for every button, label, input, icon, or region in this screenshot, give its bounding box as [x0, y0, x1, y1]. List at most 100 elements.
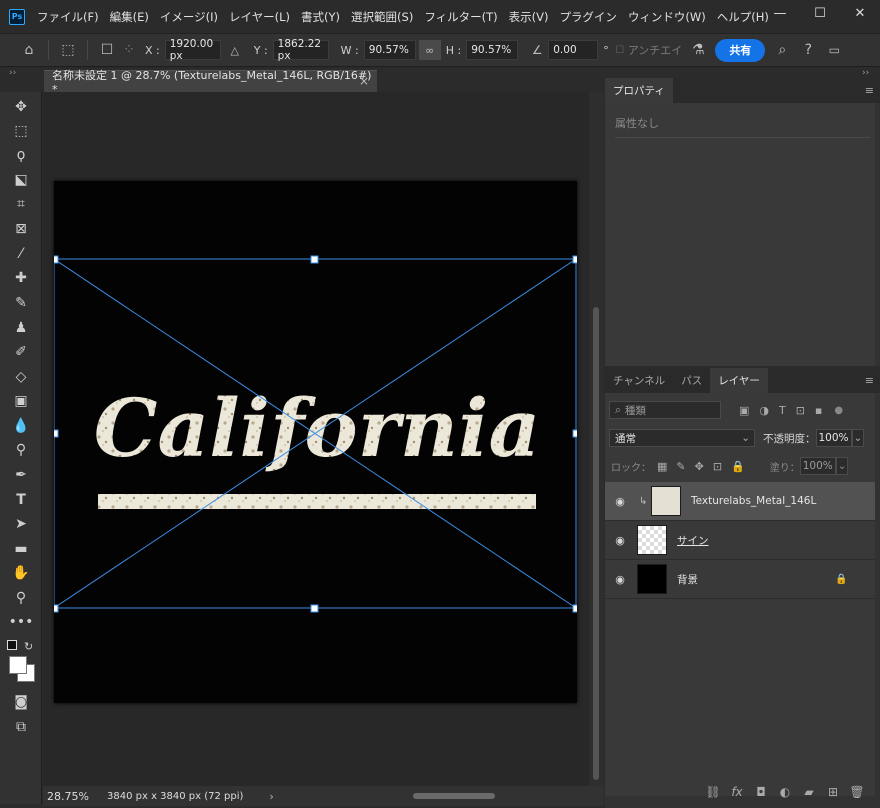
status-arrow-icon[interactable]: ›: [269, 790, 273, 803]
options-bar: ⌂ ⬚ ☐ ⁘ X : 1920.00 px △ Y : 1862.22 px …: [0, 33, 880, 67]
height-field[interactable]: 90.57%: [466, 40, 519, 60]
opacity-field[interactable]: 100%: [815, 429, 852, 447]
workspace-icon[interactable]: ▭: [823, 39, 845, 61]
width-field[interactable]: 90.57%: [363, 40, 416, 60]
tab-paths[interactable]: パス: [673, 368, 710, 393]
collapse-panels-icon[interactable]: ››: [862, 68, 869, 78]
new-group-icon[interactable]: ▰: [797, 783, 821, 801]
foreground-color-swatch[interactable]: [9, 656, 27, 674]
clone-stamp-tool-icon[interactable]: ♟: [11, 318, 31, 338]
gradient-tool-icon[interactable]: ▣: [11, 391, 31, 411]
menu-type[interactable]: 書式(Y): [301, 9, 340, 25]
blur-tool-icon[interactable]: 💧: [11, 416, 31, 436]
fill-label: 塗り：: [769, 462, 800, 474]
eraser-tool-icon[interactable]: ◇: [11, 367, 31, 387]
minimize-button[interactable]: —: [760, 0, 800, 26]
move-tool-preset-icon[interactable]: ⬚: [57, 39, 79, 61]
filter-toggle-icon[interactable]: ●: [834, 405, 843, 416]
layer-filter-select[interactable]: ⌕ 種類: [609, 401, 721, 419]
history-brush-tool-icon[interactable]: ✐: [11, 342, 31, 362]
visibility-eye-icon[interactable]: ◉: [613, 494, 627, 508]
flask-icon[interactable]: ⚗: [687, 39, 709, 61]
type-tool-icon[interactable]: T: [11, 490, 31, 510]
layer-row-texture[interactable]: ◉ ↳ Texturelabs_Metal_146L: [605, 482, 875, 521]
brush-tool-icon[interactable]: ✎: [11, 293, 31, 313]
link-proportions-icon[interactable]: ∞: [418, 40, 441, 60]
layers-menu-icon[interactable]: ≡: [865, 374, 874, 387]
menu-file[interactable]: ファイル(F): [37, 9, 99, 25]
reference-point-toggle-icon[interactable]: ☐: [96, 39, 118, 61]
blend-mode-select[interactable]: 通常 ⌄: [609, 429, 755, 447]
close-window-button[interactable]: ✕: [840, 0, 880, 26]
properties-panel: プロパティ ≡ 属性なし: [605, 78, 880, 366]
pen-tool-icon[interactable]: ✒: [11, 465, 31, 485]
lock-icon[interactable]: 🔒: [835, 574, 847, 585]
marquee-tool-icon[interactable]: ⬚: [11, 121, 31, 141]
menu-layer[interactable]: レイヤー(L): [229, 9, 290, 25]
eyedropper-tool-icon[interactable]: ⁄: [11, 244, 31, 264]
rectangle-tool-icon[interactable]: ▬: [11, 539, 31, 559]
menu-window[interactable]: ウィンドウ(W): [628, 9, 706, 25]
close-tab-icon[interactable]: ×: [359, 74, 369, 88]
lasso-tool-icon[interactable]: ϙ: [11, 145, 31, 165]
zoom-level[interactable]: 28.75%: [47, 790, 107, 803]
reference-point-grid-icon[interactable]: ⁘: [118, 39, 140, 61]
hand-tool-icon[interactable]: ✋: [11, 563, 31, 583]
adjustment-layer-icon[interactable]: ◐: [773, 783, 797, 801]
lock-options-icons[interactable]: ▦✎✥⊡🔒: [657, 460, 754, 473]
frame-tool-icon[interactable]: ⊠: [11, 219, 31, 239]
add-mask-icon[interactable]: ◘: [749, 783, 773, 801]
new-layer-icon[interactable]: ⊞: [821, 783, 845, 801]
menu-filter[interactable]: フィルター(T): [424, 9, 497, 25]
tab-properties[interactable]: プロパティ: [605, 78, 673, 103]
tab-channels[interactable]: チャンネル: [605, 368, 673, 393]
y-field[interactable]: 1862.22 px: [272, 38, 329, 62]
menu-select[interactable]: 選択範囲(S): [351, 9, 413, 25]
document-canvas[interactable]: California: [50, 181, 581, 703]
document-tab[interactable]: 名称未設定 1 @ 28.7% (Texturelabs_Metal_146L,…: [44, 69, 377, 96]
layer-effects-icon[interactable]: fx: [725, 783, 749, 801]
path-selection-tool-icon[interactable]: ➤: [11, 514, 31, 534]
home-icon[interactable]: ⌂: [18, 39, 40, 61]
help-icon[interactable]: ?: [797, 39, 819, 61]
collapse-toolbar-icon[interactable]: ››: [9, 68, 16, 78]
filter-type-icons[interactable]: ▣◑T⊡▪: [739, 404, 832, 417]
quick-mask-icon[interactable]: ◙: [11, 692, 31, 712]
tab-layers[interactable]: レイヤー: [710, 368, 768, 393]
antialias-checkbox[interactable]: ☐: [614, 39, 626, 61]
opacity-dropdown-icon[interactable]: ⌄: [851, 429, 864, 447]
swap-colors-icon[interactable]: ↻: [24, 640, 33, 653]
menu-edit[interactable]: 編集(E): [110, 9, 149, 25]
move-tool-icon[interactable]: ✥: [11, 97, 31, 117]
angle-unit: °: [603, 43, 609, 57]
horizontal-scrollbar[interactable]: [323, 792, 583, 800]
layer-row-background[interactable]: ◉ 背景 🔒: [605, 560, 875, 599]
menu-view[interactable]: 表示(V): [509, 9, 549, 25]
fill-field[interactable]: 100%: [799, 457, 836, 475]
properties-menu-icon[interactable]: ≡: [865, 84, 874, 97]
default-colors-icon[interactable]: [7, 640, 17, 650]
crop-tool-icon[interactable]: ⌗: [11, 194, 31, 214]
healing-brush-tool-icon[interactable]: ✚: [11, 268, 31, 288]
menu-plugins[interactable]: プラグイン: [559, 9, 617, 25]
visibility-eye-icon[interactable]: ◉: [613, 533, 627, 547]
more-tools-icon[interactable]: •••: [9, 612, 34, 632]
visibility-eye-icon[interactable]: ◉: [613, 572, 627, 586]
delete-layer-icon[interactable]: 🗑: [845, 783, 869, 801]
object-selection-tool-icon[interactable]: ⬕: [11, 170, 31, 190]
canvas-area[interactable]: California: [43, 92, 604, 786]
relative-position-icon[interactable]: △: [224, 39, 246, 61]
share-button[interactable]: 共有: [715, 38, 766, 62]
angle-field[interactable]: 0.00: [548, 40, 599, 60]
vertical-scrollbar[interactable]: [589, 92, 604, 786]
dodge-tool-icon[interactable]: ⚲: [11, 440, 31, 460]
search-icon[interactable]: ⌕: [771, 39, 793, 61]
menu-image[interactable]: イメージ(I): [160, 9, 218, 25]
fill-dropdown-icon[interactable]: ⌄: [835, 457, 848, 475]
zoom-tool-icon[interactable]: ⚲: [11, 588, 31, 608]
layer-row-sign[interactable]: ◉ サイン: [605, 521, 875, 560]
link-layers-icon[interactable]: ⛓: [701, 783, 725, 801]
screen-mode-icon[interactable]: ⧉: [11, 717, 31, 737]
x-field[interactable]: 1920.00 px: [164, 38, 221, 62]
maximize-button[interactable]: ☐: [800, 0, 840, 26]
